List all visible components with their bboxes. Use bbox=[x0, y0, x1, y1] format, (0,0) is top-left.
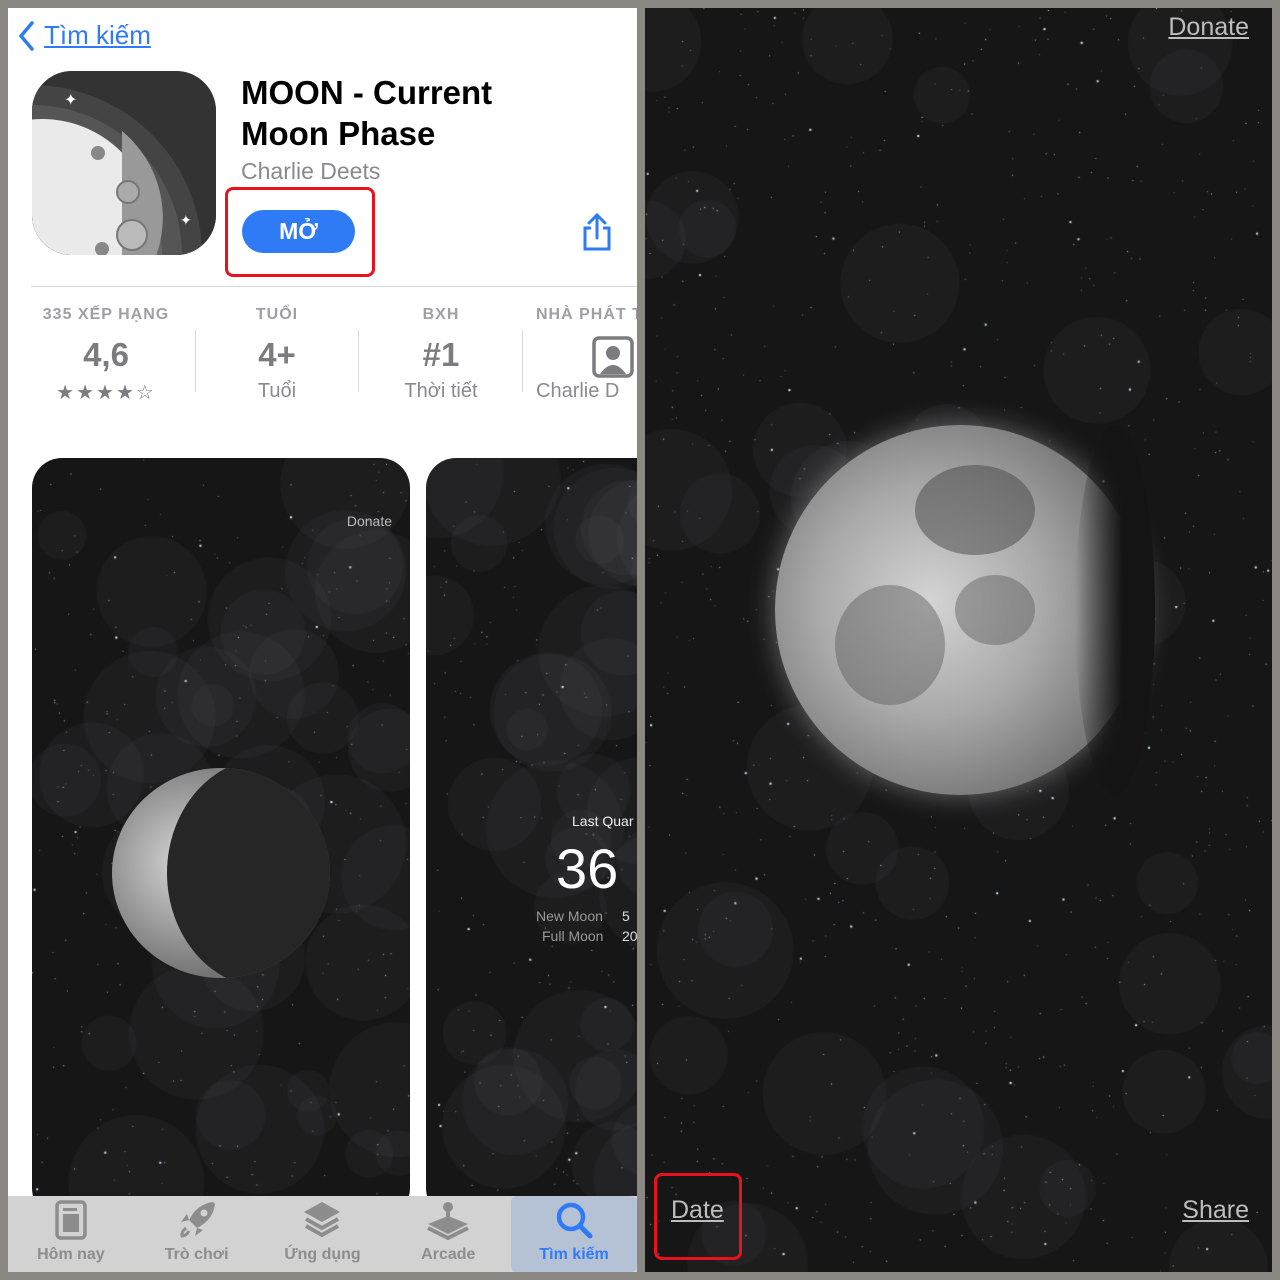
stat-ratings[interactable]: 335 XẾP HẠNG 4,6 ★★★★☆ bbox=[26, 306, 186, 405]
search-icon bbox=[556, 1202, 593, 1239]
stat-sub: Charlie D bbox=[536, 380, 620, 402]
stat-value: 4+ bbox=[258, 336, 296, 373]
divider bbox=[358, 330, 359, 392]
tab-bar: Hôm nay Trò chơi Ứng dụng Arcade Tìm kiế… bbox=[8, 1196, 637, 1272]
stat-developer[interactable]: NHÀ PHÁT TRIỂN Charlie D bbox=[536, 306, 637, 403]
stat-age[interactable]: TUỔI 4+ Tuổi bbox=[197, 306, 357, 403]
developer-link[interactable]: Charlie Deets bbox=[241, 158, 380, 185]
tab-apps[interactable]: Ứng dụng bbox=[260, 1196, 386, 1272]
tab-today[interactable]: Hôm nay bbox=[8, 1196, 134, 1272]
tab-label: Hôm nay bbox=[37, 1246, 105, 1263]
tab-label: Ứng dụng bbox=[284, 1246, 361, 1263]
full-moon-label: Full Moon bbox=[542, 928, 604, 944]
app-store-page: Tìm kiếm ✦ ✦ MOON - Current Moon Phase Ch… bbox=[8, 8, 637, 1272]
stat-sub: Tuổi bbox=[257, 380, 297, 402]
tab-label: Tìm kiếm bbox=[539, 1246, 609, 1263]
screenshot-2[interactable]: Last Quar 36 New Moon 5 Full Moon 20 bbox=[426, 458, 637, 1218]
stat-chart[interactable]: BXH #1 Thời tiết bbox=[361, 306, 521, 403]
joystick-icon bbox=[427, 1202, 470, 1240]
tab-games[interactable]: Trò chơi bbox=[134, 1196, 260, 1272]
tab-label: Arcade bbox=[421, 1246, 476, 1263]
svg-text:✦: ✦ bbox=[180, 212, 192, 228]
rocket-icon bbox=[180, 1202, 215, 1238]
chevron-left-icon bbox=[18, 20, 34, 51]
divider bbox=[195, 330, 196, 392]
today-icon bbox=[55, 1200, 87, 1240]
back-label: Tìm kiếm bbox=[44, 20, 151, 50]
rating-stars: ★★★★☆ bbox=[56, 382, 156, 404]
tab-arcade[interactable]: Arcade bbox=[385, 1196, 511, 1272]
donate-link[interactable]: Donate bbox=[1168, 13, 1249, 42]
share-button[interactable] bbox=[580, 212, 614, 257]
stat-header: 335 XẾP HẠNG bbox=[42, 306, 170, 323]
layers-icon bbox=[304, 1202, 341, 1238]
stat-value: 4,6 bbox=[83, 336, 129, 373]
moon-image bbox=[775, 425, 1155, 795]
screenshot-1[interactable]: Donate bbox=[32, 458, 410, 1218]
divider bbox=[522, 330, 523, 392]
tab-label: Trò chơi bbox=[164, 1246, 229, 1263]
illumination-percent: 36 bbox=[556, 837, 619, 900]
svg-text:✦: ✦ bbox=[64, 92, 77, 109]
stat-header: NHÀ PHÁT TRIỂN bbox=[536, 306, 637, 323]
back-button[interactable]: Tìm kiếm bbox=[18, 20, 151, 51]
open-button[interactable]: MỞ bbox=[242, 210, 355, 253]
stat-header: TUỔI bbox=[255, 306, 299, 323]
donate-link: Donate bbox=[346, 513, 392, 529]
stat-sub: Thời tiết bbox=[404, 380, 478, 402]
app-icon: ✦ ✦ bbox=[32, 71, 216, 255]
new-moon-label: New Moon bbox=[536, 908, 603, 924]
developer-icon bbox=[536, 336, 637, 378]
stat-header: BXH bbox=[422, 306, 460, 323]
phase-label: Last Quar bbox=[572, 813, 634, 829]
divider bbox=[31, 286, 637, 287]
app-title: MOON - Current Moon Phase bbox=[241, 74, 493, 152]
full-moon-value: 20 bbox=[622, 928, 637, 944]
tab-search[interactable]: Tìm kiếm bbox=[511, 1196, 637, 1272]
date-link[interactable]: Date bbox=[671, 1196, 724, 1225]
moon-app-screen: Donate Date Share bbox=[645, 8, 1272, 1272]
new-moon-value: 5 bbox=[622, 908, 630, 924]
share-link[interactable]: Share bbox=[1182, 1196, 1249, 1225]
stat-value: #1 bbox=[422, 336, 460, 373]
moon-image bbox=[112, 768, 330, 978]
share-icon bbox=[583, 212, 611, 251]
